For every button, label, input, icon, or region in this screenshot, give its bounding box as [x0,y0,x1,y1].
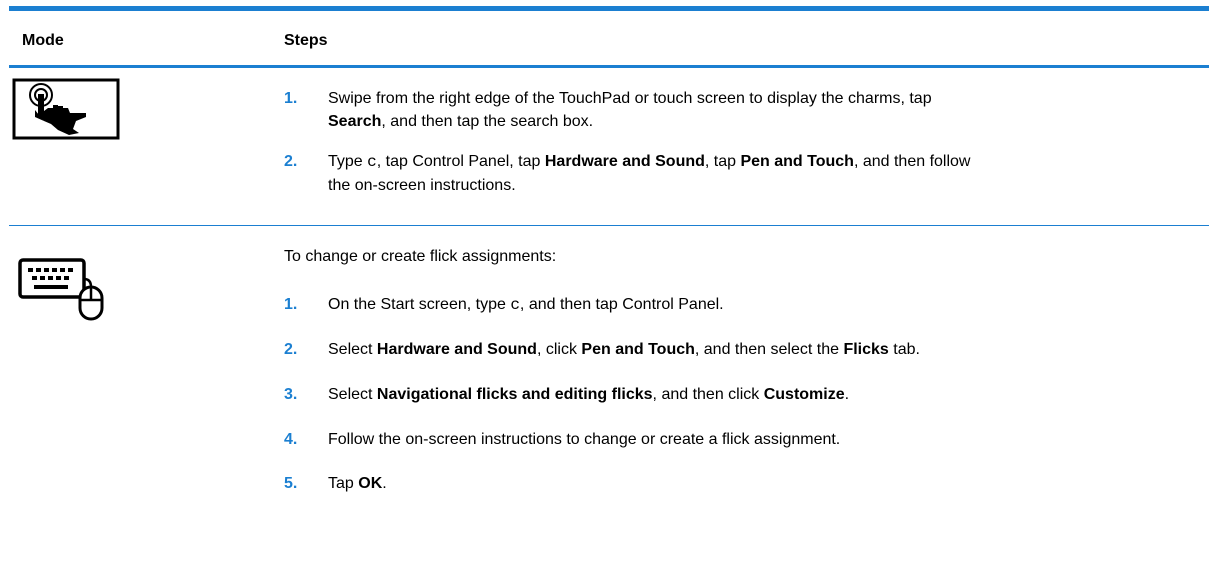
step-text: Tap OK. [328,475,387,492]
step-number: 1. [284,90,298,107]
touch-gesture-icon [11,77,121,141]
steps-column-header: Steps [284,32,328,49]
step-number: 3. [284,386,298,403]
step-text: Follow the on-screen instructions to cha… [328,431,841,448]
step-text: Swipe from the right edge of the TouchPa… [328,90,932,130]
table-row: To change or create flick assignments: 1… [9,226,1209,576]
step-text: Select Hardware and Sound, click Pen and… [328,341,920,358]
step-number: 4. [284,431,298,448]
step-number: 2. [284,153,298,170]
step-number: 5. [284,475,298,492]
keyboard-mouse-icon [16,257,118,321]
step-number: 2. [284,341,298,358]
step-text: On the Start screen, type c, and then ta… [328,296,724,314]
table-row: 1. Swipe from the right edge of the Touc… [9,68,1209,225]
intro-text: To change or create flick assignments: [284,248,557,265]
steps-table: Mode Steps 1. Swipe from the right edge … [9,6,1209,576]
mode-column-header: Mode [22,32,64,49]
step-number: 1. [284,296,298,313]
search-label: Search [328,113,382,130]
step-text: Type c, tap Control Panel, tap Hardware … [328,153,971,194]
step-text: Select Navigational flicks and editing f… [328,386,850,403]
table-header: Mode Steps [9,11,1209,65]
